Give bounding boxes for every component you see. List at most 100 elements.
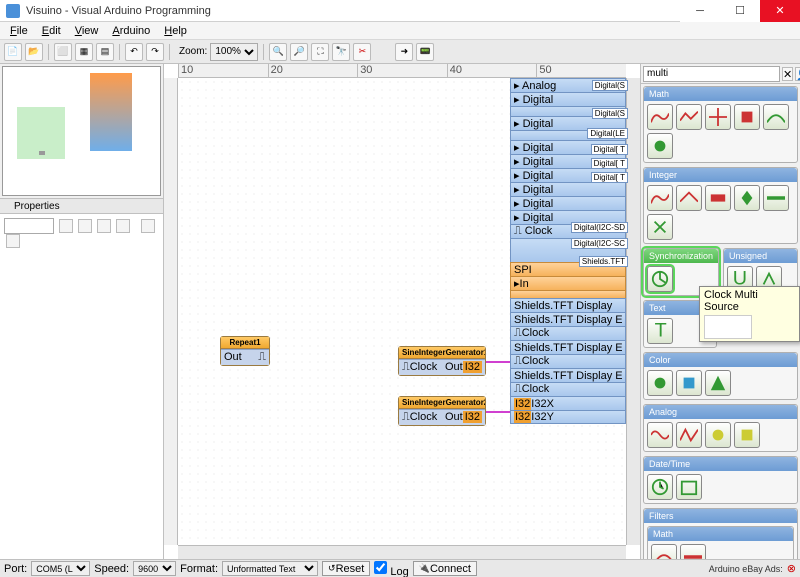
reset-button[interactable]: ↺ Reset <box>322 561 370 576</box>
layout1-button[interactable]: ▦ <box>75 43 93 61</box>
maximize-canvas-button[interactable]: ⬜ <box>54 43 72 61</box>
menubar: File Edit View Arduino Help <box>0 22 800 40</box>
menu-arduino[interactable]: Arduino <box>106 23 156 39</box>
ruler-horizontal: 1020304050 <box>178 64 626 78</box>
log-checkbox[interactable]: Log <box>374 560 408 577</box>
palette-search-input[interactable] <box>643 66 780 82</box>
menu-file[interactable]: File <box>4 23 34 39</box>
prop-reset-icon[interactable] <box>6 234 20 248</box>
connect-button[interactable]: 🔌 Connect <box>413 561 477 576</box>
format-select[interactable]: Unformatted Text <box>222 561 318 576</box>
prop-pin-icon[interactable] <box>141 219 155 233</box>
pal-item[interactable] <box>647 474 673 500</box>
pal-item[interactable] <box>676 104 702 130</box>
pal-item[interactable] <box>734 185 760 211</box>
main-area: Properties 1020304050 Repeat1 Out⎍ <box>0 64 800 559</box>
pal-item[interactable] <box>734 104 760 130</box>
pal-item[interactable] <box>705 185 731 211</box>
new-button[interactable]: 📄 <box>4 43 22 61</box>
pal-item[interactable] <box>676 422 702 448</box>
search-filter-icon[interactable]: 👤 <box>795 67 800 81</box>
speed-select[interactable]: 9600 <box>133 561 176 576</box>
window-title: Visuino - Visual Arduino Programming <box>26 5 680 17</box>
pal-item[interactable] <box>763 185 789 211</box>
pal-item[interactable] <box>676 185 702 211</box>
pal-item[interactable] <box>647 185 673 211</box>
pal-item[interactable] <box>647 422 673 448</box>
pin-label: Digital[ T <box>591 172 628 183</box>
redo-button[interactable]: ↷ <box>146 43 164 61</box>
port-select[interactable]: COM5 (L <box>31 561 90 576</box>
ruler-vertical <box>164 78 178 545</box>
canvas-wrap: 1020304050 Repeat1 Out⎍ SineIntegerGener… <box>164 64 640 559</box>
pal-item[interactable] <box>705 104 731 130</box>
pin-label: Digital(S <box>592 108 628 119</box>
layout2-button[interactable]: ▤ <box>96 43 114 61</box>
ads-label: Arduino eBay Ads: <box>709 564 783 574</box>
pin-label: Digital(S <box>592 80 628 91</box>
minimap[interactable] <box>2 66 161 196</box>
menu-view[interactable]: View <box>69 23 105 39</box>
zoom-in-button[interactable]: 🔍 <box>269 43 287 61</box>
pal-item[interactable] <box>705 422 731 448</box>
zoom-fit-button[interactable]: ⛶ <box>311 43 329 61</box>
pal-item[interactable] <box>680 544 706 559</box>
node-repeat1[interactable]: Repeat1 Out⎍ <box>220 336 270 366</box>
properties-body <box>0 214 163 559</box>
close-button[interactable]: ✕ <box>760 0 800 22</box>
zoom-select[interactable]: 100% <box>210 43 258 61</box>
property-search-input[interactable] <box>4 218 54 234</box>
pal-item[interactable] <box>734 422 760 448</box>
serial-button[interactable]: 📟 <box>416 43 434 61</box>
scrollbar-horizontal[interactable] <box>178 545 626 559</box>
find-button[interactable]: 🔭 <box>332 43 350 61</box>
pal-item[interactable] <box>647 214 673 240</box>
pal-item-clock-multi-source[interactable] <box>647 266 673 292</box>
format-label: Format: <box>180 563 218 575</box>
pal-item[interactable] <box>705 370 731 396</box>
pin-label: Digital(I2C-SC <box>571 238 628 249</box>
pal-item[interactable] <box>676 370 702 396</box>
upload-button[interactable]: ➜ <box>395 43 413 61</box>
prop-icon-2[interactable] <box>78 219 92 233</box>
menu-edit[interactable]: Edit <box>36 23 67 39</box>
prop-icon-1[interactable] <box>59 219 73 233</box>
palette-group-math: Math <box>643 86 798 163</box>
pal-item[interactable] <box>763 104 789 130</box>
canvas[interactable]: Repeat1 Out⎍ SineIntegerGenerator1 ⎍Cloc… <box>178 78 626 545</box>
minimize-button[interactable]: ─ <box>680 0 720 22</box>
pin-label: Digital(I2C-SD <box>571 222 628 233</box>
pal-item[interactable] <box>676 474 702 500</box>
tooltip-clock-multi-source: Clock Multi Source <box>699 286 800 342</box>
scrollbar-vertical[interactable] <box>626 78 640 545</box>
toolbar: 📄 📂 ⬜ ▦ ▤ ↶ ↷ Zoom: 100% 🔍 🔎 ⛶ 🔭 ✂ ➜ 📟 <box>0 40 800 64</box>
maximize-button[interactable]: ☐ <box>720 0 760 22</box>
cut-button[interactable]: ✂ <box>353 43 371 61</box>
prop-icon-4[interactable] <box>116 219 130 233</box>
properties-header: Properties <box>0 198 163 214</box>
prop-icon-3[interactable] <box>97 219 111 233</box>
pal-item[interactable]: T <box>647 318 673 344</box>
right-panel: ✕ 👤 ▾ ▦ Math Integer <box>640 64 800 559</box>
palette-group-color: Color <box>643 352 798 400</box>
palette-group-datetime: Date/Time <box>643 456 798 504</box>
palette-group-analog: Analog <box>643 404 798 452</box>
undo-button[interactable]: ↶ <box>125 43 143 61</box>
palette-group-integer: Integer <box>643 167 798 244</box>
statusbar: Port: COM5 (L Speed: 9600 Format: Unform… <box>0 559 800 577</box>
pal-item[interactable] <box>651 544 677 559</box>
node-sinegen2-title: SineIntegerGenerator2 <box>399 397 485 409</box>
speed-label: Speed: <box>94 563 129 575</box>
ads-close-icon[interactable]: ⊗ <box>787 562 796 575</box>
left-panel: Properties <box>0 64 164 559</box>
menu-help[interactable]: Help <box>158 23 193 39</box>
pal-item[interactable] <box>647 104 673 130</box>
node-sinegen2[interactable]: SineIntegerGenerator2 ⎍ClockOutI32 <box>398 396 486 426</box>
zoom-out-button[interactable]: 🔎 <box>290 43 308 61</box>
node-sinegen1[interactable]: SineIntegerGenerator1 ⎍ClockOutI32 <box>398 346 486 376</box>
search-clear-icon[interactable]: ✕ <box>782 67 793 81</box>
pal-item[interactable] <box>647 370 673 396</box>
pin-label: Shields.TFT <box>579 256 628 267</box>
pal-item[interactable] <box>647 133 673 159</box>
open-button[interactable]: 📂 <box>25 43 43 61</box>
